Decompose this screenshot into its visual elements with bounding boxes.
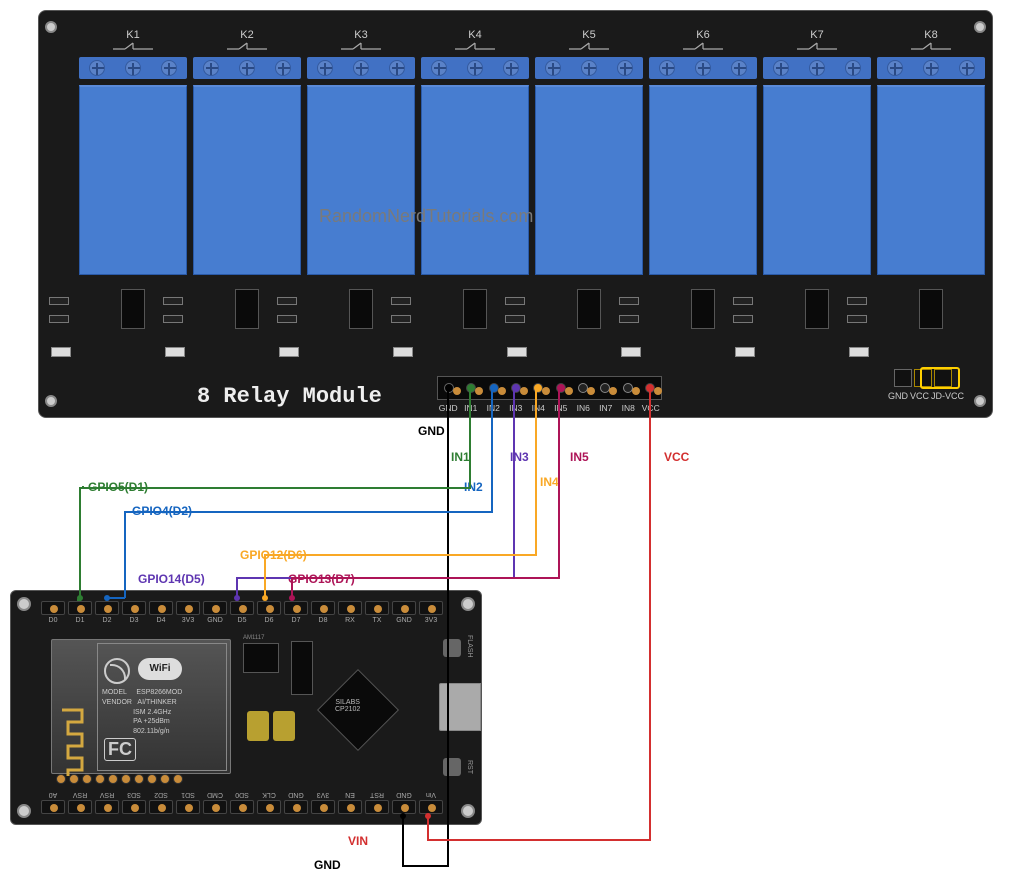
relay-label: K1	[126, 29, 139, 41]
relay-unit-3: K3	[307, 57, 415, 275]
wire-label-gnd: GND	[418, 424, 445, 438]
relay-unit-8: K8	[877, 57, 985, 275]
chip-icon	[291, 641, 313, 695]
relay-unit-1: K1	[79, 57, 187, 275]
relay-unit-7: K7	[763, 57, 871, 275]
espressif-logo-icon	[104, 658, 130, 684]
terminal-block-icon	[79, 57, 187, 79]
relay-body-icon	[79, 85, 187, 275]
wire-label-in5: IN5	[570, 450, 589, 464]
capacitor-icon	[247, 711, 269, 741]
relay-label: K6	[696, 29, 709, 41]
gpio-label-d5: GPIO14(D5)	[138, 572, 205, 586]
pin-labels-bottom: A0 RSV RSV SD3 SD2 SD1 CMD SD0 CLK GND 3…	[41, 791, 443, 798]
gpio-label-d2: GPIO4(D2)	[132, 504, 192, 518]
rst-label: RST	[466, 760, 473, 774]
wire-label-in4: IN4	[540, 475, 559, 489]
flash-button-icon	[443, 639, 461, 657]
wifi-logo-icon: WiFi	[138, 658, 182, 680]
pin-row-top	[41, 601, 443, 615]
reset-button-icon	[443, 758, 461, 776]
input-pin-header	[437, 376, 662, 400]
relay-label: K2	[240, 29, 253, 41]
voltage-regulator-icon	[243, 643, 279, 673]
solder-pads	[56, 774, 183, 784]
vreg-label: AM1117	[243, 635, 264, 641]
relay-row: K1 K2 K3 K4 K5	[79, 57, 985, 275]
flash-label: FLASH	[466, 635, 473, 658]
mount-hole-icon	[17, 804, 31, 818]
relay-label: K8	[924, 29, 937, 41]
relay-unit-5: K5	[535, 57, 643, 275]
capacitor-icon	[273, 711, 295, 741]
mount-hole-icon	[974, 395, 986, 407]
gpio-label-d7: GPIO13(D7)	[288, 572, 355, 586]
fc-logo-icon: FC	[104, 738, 136, 761]
gpio-label-d6: GPIO12(D6)	[240, 548, 307, 562]
relay-unit-2: K2	[193, 57, 301, 275]
usb-chip-text: SILABS CP2102	[335, 699, 360, 713]
relay-label: K4	[468, 29, 481, 41]
wire-label-in3: IN3	[510, 450, 529, 464]
jumper-labels: GND VCC JD-VCC	[888, 391, 964, 401]
mount-hole-icon	[17, 597, 31, 611]
input-pin-labels: GND IN1 IN2 IN3 IN4 IN5 IN6 IN7 IN8 VCC	[437, 403, 662, 413]
mount-hole-icon	[974, 21, 986, 33]
module-title: 8 Relay Module	[197, 384, 382, 409]
relay-unit-4: K4	[421, 57, 529, 275]
relay-label: K5	[582, 29, 595, 41]
mount-hole-icon	[45, 21, 57, 33]
wire-label-vcc: VCC	[664, 450, 689, 464]
mount-hole-icon	[45, 395, 57, 407]
relay-label: K3	[354, 29, 367, 41]
relay-unit-6: K6	[649, 57, 757, 275]
wire-label-in1: IN1	[451, 450, 470, 464]
chip-text: MODEL ESP8266MOD VENDOR AI/THINKER ISM 2…	[102, 688, 182, 737]
antenna-icon	[60, 708, 88, 778]
esp8266-board: D0 D1 D2 D3 D4 3V3 GND D5 D6 D7 D8 RX TX…	[10, 590, 482, 825]
optocoupler-row	[79, 289, 985, 335]
esp-gnd-label: GND	[314, 858, 341, 872]
relay-module-board: K1 K2 K3 K4 K5	[38, 10, 993, 418]
esp-module-icon: WiFi MODEL ESP8266MOD VENDOR AI/THINKER …	[51, 639, 231, 774]
pin-labels-top: D0 D1 D2 D3 D4 3V3 GND D5 D6 D7 D8 RX TX…	[41, 617, 443, 624]
mount-hole-icon	[461, 804, 475, 818]
pin-row-bottom	[41, 800, 443, 814]
watermark-text: RandomNerdTutorials.com	[319, 206, 533, 227]
usb-port-icon	[439, 683, 481, 731]
gpio-label-d1: GPIO5(D1)	[88, 480, 148, 494]
esp-vin-label: VIN	[348, 834, 368, 848]
relay-label: K7	[810, 29, 823, 41]
wire-label-in2: IN2	[464, 480, 483, 494]
mount-hole-icon	[461, 597, 475, 611]
